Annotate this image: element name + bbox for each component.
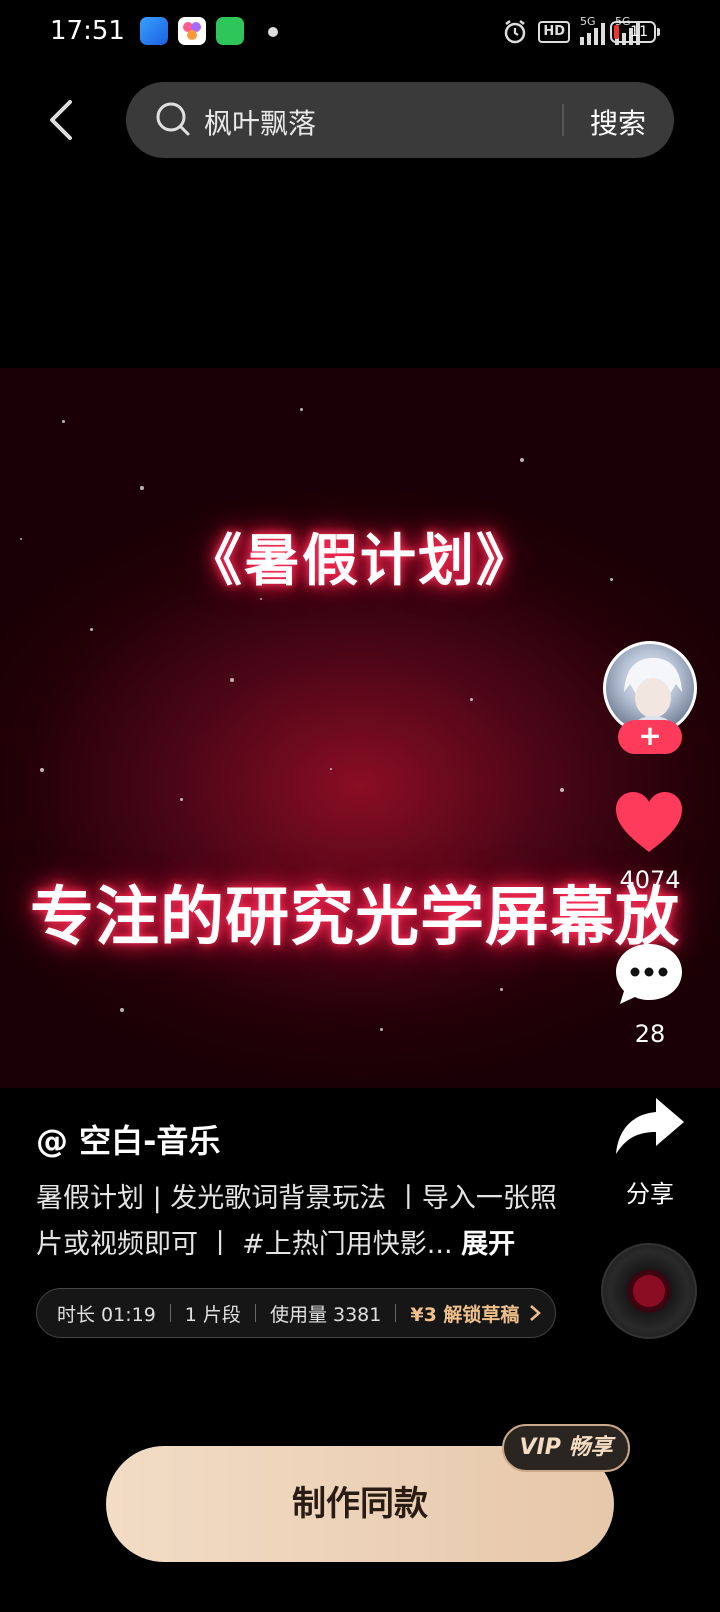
follow-button[interactable]: + (618, 720, 682, 754)
back-button[interactable] (40, 92, 84, 148)
like-button[interactable] (614, 790, 684, 860)
search-button[interactable]: 搜索 (590, 102, 646, 142)
heart-icon (616, 792, 682, 852)
divider (562, 104, 564, 136)
segments-label: 1 片段 (184, 1303, 241, 1326)
comment-icon (616, 944, 682, 1004)
video-lyric: 专注的研究光学屏幕放 (30, 881, 680, 955)
comment-button[interactable] (614, 942, 684, 1012)
status-time: 17:51 (50, 16, 125, 46)
app-icon (178, 17, 206, 45)
author-name[interactable]: @ 空白-音乐 (36, 1116, 220, 1162)
usage-label: 使用量 3381 (269, 1303, 382, 1326)
chevron-left-icon (50, 100, 72, 140)
app-icon (216, 17, 244, 45)
duration-label: 时长 01:19 (57, 1303, 156, 1326)
hd-icon: HD (538, 21, 570, 43)
battery-icon: 11 (610, 21, 660, 43)
signal-icon: 5G (580, 15, 605, 45)
app-icon (140, 17, 168, 45)
search-icon (156, 102, 190, 136)
video-title: 《暑假计划》 (186, 529, 534, 594)
like-count: 4074 (619, 866, 681, 894)
template-description: 暑假计划 | 发光歌词背景玩法 丨导入一张照片或视频即可 丨 #上热门用快影..… (36, 1176, 566, 1268)
status-bar: 17:51 HD 5G 5G 11 (0, 0, 720, 64)
unlock-draft-link[interactable]: ¥3 解锁草稿 (410, 1300, 519, 1327)
chevron-right-icon (530, 1305, 542, 1321)
notification-dot-icon (268, 27, 278, 37)
vip-badge: VIP 畅享 (502, 1424, 630, 1472)
search-bar[interactable]: 枫叶飘落 搜索 (126, 82, 674, 158)
expand-link[interactable]: 展开 (461, 1229, 515, 1260)
video-player[interactable]: 《暑假计划》 专注的研究光学屏幕放 (0, 368, 720, 1088)
share-button[interactable] (614, 1096, 686, 1160)
search-input[interactable]: 枫叶飘落 (204, 102, 316, 142)
music-disc-icon[interactable] (601, 1243, 697, 1339)
comment-count: 28 (634, 1020, 666, 1048)
share-icon (616, 1098, 684, 1154)
template-meta-bar[interactable]: 时长 01:19 1 片段 使用量 3381 ¥3 解锁草稿 (36, 1288, 556, 1338)
alarm-icon (505, 20, 526, 44)
share-label: 分享 (626, 1180, 674, 1208)
